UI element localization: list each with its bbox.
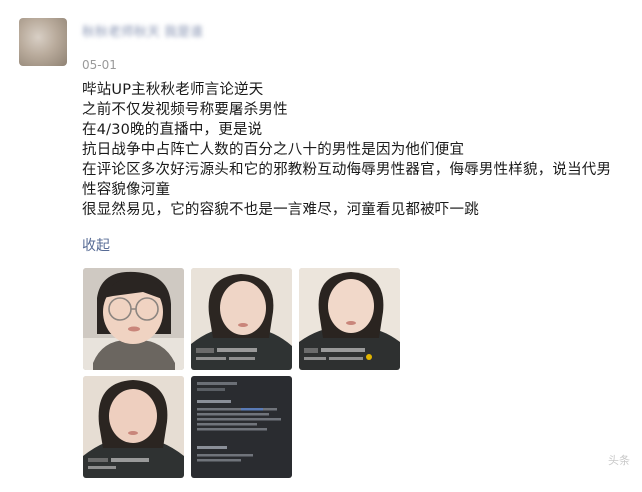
post-line: 性容貌像河童	[82, 182, 171, 198]
post-line: 在评论区多次好污源头和它的邪教粉互动侮辱男性器官，侮辱男性样貌，说当代男	[82, 162, 612, 178]
collapse-link[interactable]: 收起	[82, 238, 110, 254]
photo-livestream-screenshot-icon	[191, 268, 292, 370]
image-tile-4[interactable]	[83, 376, 184, 478]
post-line: 抗日战争中占阵亡人数的百分之八十的男性是因为他们便宜	[82, 142, 465, 158]
post-line: 很显然易见，它的容貌不也是一言难尽，河童看见都被吓一跳	[82, 202, 479, 218]
photo-livestream-screenshot-icon	[299, 268, 400, 370]
username[interactable]: 秋秋老师秋天 我是谁	[82, 26, 203, 40]
photo-livestream-screenshot-icon	[83, 376, 184, 478]
image-tile-3[interactable]	[299, 268, 400, 370]
image-tile-2[interactable]	[191, 268, 292, 370]
post-text: 哔站UP主秋秋老师言论逆天 之前不仅发视频号称要屠杀男性 在4/30晚的直播中，…	[82, 80, 622, 220]
image-tile-5[interactable]	[191, 376, 292, 478]
post-line: 在4/30晚的直播中，更是说	[82, 122, 263, 138]
post-line: 哔站UP主秋秋老师言论逆天	[82, 82, 264, 98]
post-date: 05-01	[82, 58, 117, 72]
user-avatar[interactable]	[19, 18, 67, 66]
image-tile-1[interactable]	[83, 268, 184, 370]
photo-glasses-closeup-icon	[83, 268, 184, 370]
watermark: 头条	[608, 454, 630, 467]
post-line: 之前不仅发视频号称要屠杀男性	[82, 102, 288, 118]
photo-comment-screenshot-icon	[191, 376, 292, 478]
